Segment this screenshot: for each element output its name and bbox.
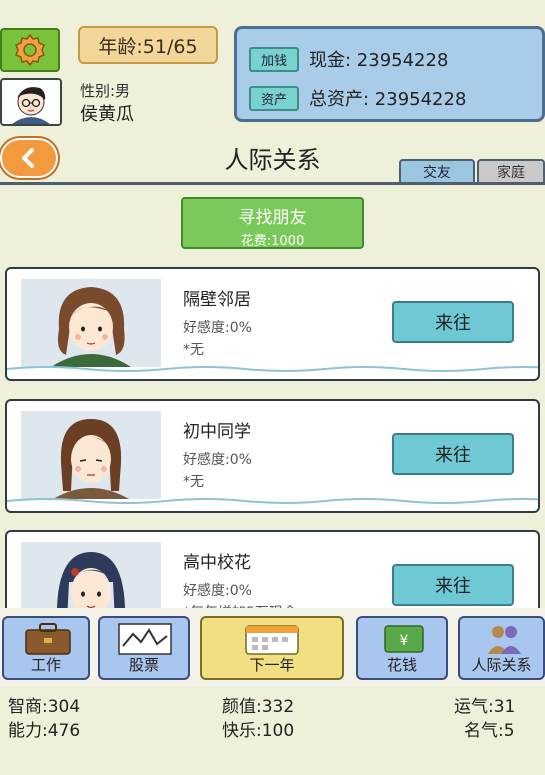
person-card-neighbor: 隔壁邻居 好感度:0% *无 来往: [5, 267, 540, 381]
add-money-button[interactable]: 加钱: [249, 46, 300, 72]
money-panel: 加钱 现金: 23954228 资产 总资产: 23954228: [234, 26, 545, 122]
nav-work-button[interactable]: 工作: [2, 616, 90, 680]
calendar-icon: [245, 625, 299, 655]
person-name: 隔壁邻居: [183, 290, 251, 310]
nav-stocks-label: 股票: [128, 656, 159, 674]
tab-family[interactable]: 家庭: [477, 159, 545, 183]
age-display: 年龄:51/65: [78, 26, 218, 64]
classmate-portrait: [21, 411, 161, 499]
settings-gear-button[interactable]: [0, 28, 60, 72]
nav-next-year-button[interactable]: 下一年: [200, 616, 344, 680]
player-name: 侯黄瓜: [80, 104, 134, 125]
briefcase-icon: [25, 623, 71, 655]
cash-value: 现金: 23954228: [309, 50, 449, 71]
money-icon: ¥: [384, 625, 424, 653]
visit-button[interactable]: 来往: [392, 301, 514, 343]
wave-decoration: [7, 366, 538, 372]
neighbor-portrait: [21, 279, 161, 367]
nav-stocks-button[interactable]: 股票: [98, 616, 190, 680]
svg-text:¥: ¥: [400, 633, 409, 649]
visit-button[interactable]: 来往: [392, 433, 514, 475]
person-card-classmate: 初中同学 好感度:0% *无 来往: [5, 399, 540, 513]
stock-chart-icon: [118, 623, 172, 655]
find-friend-label: 寻找朋友: [238, 208, 307, 228]
person-note: *无: [183, 342, 204, 358]
find-friend-cost: 花费:1000: [240, 234, 305, 249]
stat-iq: 智商:304: [8, 697, 81, 717]
visit-button[interactable]: 来往: [392, 564, 514, 606]
nav-next-year-label: 下一年: [249, 656, 295, 674]
bottom-nav: 工作 股票 下一年 ¥ 花钱 人际关系: [0, 608, 545, 686]
people-icon: [488, 626, 521, 654]
gear-icon: [15, 33, 45, 67]
nav-spend-label: 花钱: [386, 656, 417, 674]
nav-spend-button[interactable]: ¥ 花钱: [356, 616, 448, 680]
nav-work-label: 工作: [30, 656, 61, 674]
stat-happiness: 快乐:100: [222, 721, 295, 741]
nav-relations-button[interactable]: 人际关系: [458, 616, 545, 680]
person-note: *无: [183, 474, 204, 490]
person-name: 初中同学: [183, 422, 251, 442]
person-name: 高中校花: [183, 553, 251, 573]
title-divider: [0, 182, 545, 185]
age-text: 年龄:51/65: [98, 35, 198, 58]
wave-decoration: [7, 498, 538, 504]
total-assets-value: 总资产: 23954228: [309, 89, 467, 110]
tab-friends[interactable]: 交友: [399, 159, 475, 183]
find-friend-button[interactable]: 寻找朋友 花费:1000: [181, 197, 364, 249]
player-avatar[interactable]: [0, 78, 62, 126]
nav-relations-label: 人际关系: [471, 656, 532, 674]
stat-fame: 名气:5: [464, 721, 515, 741]
stat-luck: 运气:31: [454, 697, 516, 717]
gender-label: 性别:男: [80, 82, 131, 100]
stat-ability: 能力:476: [8, 721, 81, 741]
favor-level: 好感度:0%: [183, 320, 252, 336]
favor-level: 好感度:0%: [183, 583, 252, 599]
assets-button[interactable]: 资产: [249, 85, 300, 111]
favor-level: 好感度:0%: [183, 452, 252, 468]
stat-looks: 颜值:332: [222, 697, 295, 717]
